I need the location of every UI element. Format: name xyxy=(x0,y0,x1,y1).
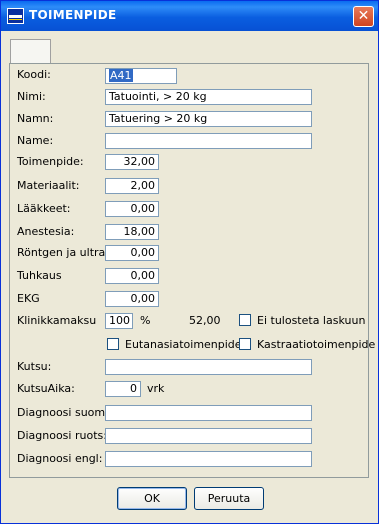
nimi-field[interactable]: Tatuointi, > 20 kg xyxy=(105,89,312,105)
kutsuaika-label: KutsuAika: xyxy=(17,382,75,395)
diagnoosi-engl-label: Diagnoosi engl: xyxy=(17,452,103,465)
koodi-label: Koodi: xyxy=(17,68,51,81)
ei-tulosteta-label: Ei tulosteta laskuun xyxy=(257,314,366,327)
diagnoosi-suom-label: Diagnoosi suom: xyxy=(17,406,109,419)
diagnoosi-suom-field[interactable] xyxy=(105,405,312,421)
klinikkamaksu-label: Klinikkamaksu xyxy=(17,314,97,327)
kutsu-field[interactable] xyxy=(105,359,312,375)
ekg-label: EKG xyxy=(17,292,40,305)
namn-field[interactable]: Tatuering > 20 kg xyxy=(105,111,312,127)
ekg-field[interactable]: 0,00 xyxy=(105,291,159,307)
tuhkaus-label: Tuhkaus xyxy=(17,269,62,282)
laakkeet-field[interactable]: 0,00 xyxy=(105,201,159,217)
cancel-button[interactable]: Peruuta xyxy=(194,487,264,510)
toimenpide-field[interactable]: 32,00 xyxy=(105,154,159,170)
dialog-window: TOIMENPIDE ✕ Koodi: A41 Nimi: Tatuointi,… xyxy=(0,0,379,524)
rontgen-field[interactable]: 0,00 xyxy=(105,245,159,261)
name-label: Name: xyxy=(17,134,54,147)
klinikkamaksu-field[interactable]: 100 xyxy=(105,313,133,329)
diagnoosi-engl-field[interactable] xyxy=(105,451,312,467)
eutanasia-label: Eutanasiatoimenpide xyxy=(125,338,242,351)
kutsuaika-field[interactable]: 0 xyxy=(105,381,141,397)
app-icon xyxy=(7,8,24,24)
kastraatio-label: Kastraatiotoimenpide xyxy=(257,338,376,351)
percent-unit: % xyxy=(140,314,151,327)
diagnoosi-ruots-field[interactable] xyxy=(105,428,312,444)
namn-label: Namn: xyxy=(17,112,54,125)
window-title: TOIMENPIDE xyxy=(29,8,117,22)
ei-tulosteta-checkbox[interactable] xyxy=(239,314,251,326)
laakkeet-label: Lääkkeet: xyxy=(17,202,71,215)
klinikkamaksu-amount: 52,00 xyxy=(189,314,221,327)
anestesia-field[interactable]: 18,00 xyxy=(105,224,159,240)
rontgen-label: Röntgen ja ultraä xyxy=(17,246,113,259)
materiaalit-label: Materiaalit: xyxy=(17,179,80,192)
tuhkaus-field[interactable]: 0,00 xyxy=(105,268,159,284)
koodi-field[interactable]: A41 xyxy=(105,68,177,84)
nimi-label: Nimi: xyxy=(17,90,46,103)
close-button[interactable]: ✕ xyxy=(353,6,374,27)
vrk-unit: vrk xyxy=(147,382,165,395)
anestesia-label: Anestesia: xyxy=(17,225,75,238)
kutsu-label: Kutsu: xyxy=(17,360,52,373)
tab-main[interactable] xyxy=(10,39,51,64)
kastraatio-checkbox[interactable] xyxy=(239,338,251,350)
diagnoosi-ruots-label: Diagnoosi ruots: xyxy=(17,429,107,442)
ok-button[interactable]: OK xyxy=(117,487,187,510)
koodi-value: A41 xyxy=(109,69,133,82)
toimenpide-label: Toimenpide: xyxy=(17,155,84,168)
name-field[interactable] xyxy=(105,133,312,149)
title-bar[interactable]: TOIMENPIDE ✕ xyxy=(1,1,378,31)
eutanasia-checkbox[interactable] xyxy=(107,338,119,350)
materiaalit-field[interactable]: 2,00 xyxy=(105,178,159,194)
